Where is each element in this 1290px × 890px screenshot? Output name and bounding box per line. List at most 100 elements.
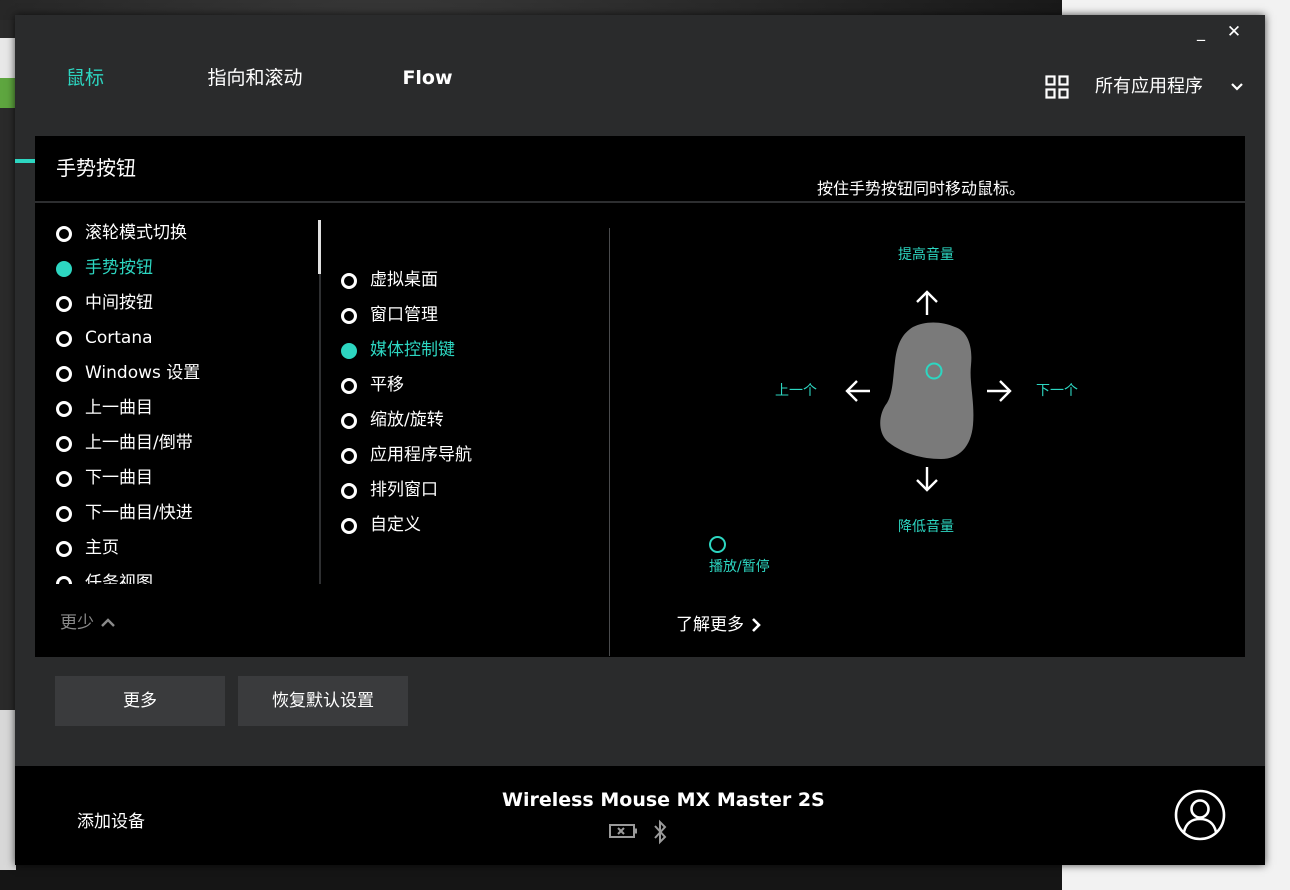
list-item-label: 主页 bbox=[85, 538, 119, 558]
gesture-right-label[interactable]: 下一个 bbox=[1036, 380, 1078, 400]
panel-title: 手势按钮 bbox=[56, 156, 136, 180]
list-item[interactable]: 上一曲目/倒带 bbox=[55, 426, 315, 461]
list-item-label: 缩放/旋转 bbox=[370, 410, 444, 430]
column-divider bbox=[609, 228, 610, 656]
background-strip-3 bbox=[0, 710, 16, 870]
list-item[interactable]: 缩放/旋转 bbox=[340, 403, 600, 438]
radio-icon bbox=[341, 518, 357, 534]
scrollbar-thumb[interactable] bbox=[318, 220, 321, 274]
radio-icon bbox=[56, 296, 72, 312]
background-strip-2 bbox=[0, 78, 16, 108]
gesture-button-panel: 手势按钮 按住手势按钮同时移动鼠标。 滚轮模式切换 手势按钮 中间按钮 Cort… bbox=[35, 136, 1245, 657]
radio-icon bbox=[56, 506, 72, 522]
button-action-list[interactable]: 滚轮模式切换 手势按钮 中间按钮 Cortana Windows 设置 上一曲目… bbox=[55, 216, 315, 584]
radio-icon bbox=[341, 448, 357, 464]
list-item[interactable]: Windows 设置 bbox=[55, 356, 315, 391]
list-item-label: 手势按钮 bbox=[85, 258, 153, 278]
tab-mouse[interactable]: 鼠标 bbox=[15, 63, 155, 113]
logitech-options-window: _ ✕ 鼠标 指向和滚动 Flow 所有应用程序 手势按钮 按住手势按钮同时移动… bbox=[15, 15, 1265, 865]
tab-flow[interactable]: Flow bbox=[360, 63, 495, 113]
show-less-label: 更少 bbox=[60, 613, 94, 633]
battery-icon bbox=[609, 824, 637, 838]
arrow-left-icon bbox=[845, 380, 870, 402]
account-icon[interactable] bbox=[1174, 789, 1226, 841]
radio-selected-icon bbox=[341, 343, 357, 359]
radio-icon bbox=[341, 483, 357, 499]
gesture-click-target[interactable] bbox=[709, 536, 726, 553]
list-item-label: Windows 设置 bbox=[85, 363, 201, 383]
app-selector-label[interactable]: 所有应用程序 bbox=[1095, 75, 1203, 99]
panel-divider bbox=[35, 201, 1245, 203]
list-item[interactable]: 滚轮模式切换 bbox=[55, 216, 315, 251]
background-window-edge bbox=[0, 20, 16, 870]
scrollbar-track[interactable] bbox=[319, 220, 321, 584]
radio-icon bbox=[341, 308, 357, 324]
chevron-down-icon[interactable] bbox=[1229, 78, 1245, 94]
list-item-label: 平移 bbox=[370, 375, 404, 395]
list-item-label: 排列窗口 bbox=[370, 480, 438, 500]
radio-icon bbox=[56, 576, 72, 584]
list-item[interactable]: 媒体控制键 bbox=[340, 333, 600, 368]
radio-icon bbox=[341, 378, 357, 394]
arrow-right-icon bbox=[987, 380, 1012, 402]
radio-icon bbox=[56, 541, 72, 557]
close-button[interactable]: ✕ bbox=[1222, 21, 1246, 43]
list-item[interactable]: 主页 bbox=[55, 531, 315, 566]
gesture-up-label[interactable]: 提高音量 bbox=[898, 244, 954, 264]
gesture-down-label[interactable]: 降低音量 bbox=[898, 516, 954, 536]
radio-icon bbox=[56, 436, 72, 452]
list-item[interactable]: 下一曲目/快进 bbox=[55, 496, 315, 531]
list-item-label: 中间按钮 bbox=[85, 293, 153, 313]
gesture-preset-list[interactable]: 虚拟桌面 窗口管理 媒体控制键 平移 缩放/旋转 应用程序导航 排列窗口 自定义 bbox=[340, 263, 600, 543]
radio-icon bbox=[56, 226, 72, 242]
list-item-label: 任务视图 bbox=[85, 573, 153, 584]
minimize-button[interactable]: _ bbox=[1189, 21, 1213, 43]
list-item-label: 自定义 bbox=[370, 515, 421, 535]
list-item-label: 媒体控制键 bbox=[370, 340, 455, 360]
radio-icon bbox=[56, 366, 72, 382]
list-item[interactable]: 自定义 bbox=[340, 508, 600, 543]
list-item[interactable]: Cortana bbox=[55, 321, 315, 356]
footer-bar: 添加设备 Wireless Mouse MX Master 2S bbox=[15, 766, 1265, 865]
panel-description: 按住手势按钮同时移动鼠标。 bbox=[817, 179, 1026, 198]
show-less-button[interactable]: 更少 bbox=[60, 608, 116, 633]
list-item-label: 下一曲目/快进 bbox=[85, 503, 193, 523]
radio-icon bbox=[341, 413, 357, 429]
arrow-down-icon bbox=[916, 467, 938, 492]
device-name[interactable]: Wireless Mouse MX Master 2S bbox=[502, 789, 825, 811]
chevron-right-icon bbox=[752, 618, 761, 632]
list-item[interactable]: 排列窗口 bbox=[340, 473, 600, 508]
list-item-label: 上一曲目 bbox=[85, 398, 153, 418]
more-button[interactable]: 更多 bbox=[55, 676, 225, 726]
list-item-label: 滚轮模式切换 bbox=[85, 223, 187, 243]
chevron-up-icon bbox=[101, 618, 115, 627]
radio-icon bbox=[341, 273, 357, 289]
background-strip-1 bbox=[0, 38, 16, 82]
list-item[interactable]: 上一曲目 bbox=[55, 391, 315, 426]
list-item[interactable]: 手势按钮 bbox=[55, 251, 315, 286]
grid-icon[interactable] bbox=[1045, 75, 1069, 99]
list-item[interactable]: 窗口管理 bbox=[340, 298, 600, 333]
learn-more-link[interactable]: 了解更多 bbox=[676, 610, 762, 635]
gesture-click-label[interactable]: 播放/暂停 bbox=[709, 556, 770, 576]
list-item[interactable]: 平移 bbox=[340, 368, 600, 403]
list-item[interactable]: 任务视图 bbox=[55, 566, 315, 584]
restore-defaults-button[interactable]: 恢复默认设置 bbox=[238, 676, 408, 726]
list-item[interactable]: 中间按钮 bbox=[55, 286, 315, 321]
bluetooth-icon bbox=[654, 819, 667, 845]
add-device-button[interactable]: 添加设备 bbox=[77, 807, 145, 832]
list-item[interactable]: 下一曲目 bbox=[55, 461, 315, 496]
arrow-up-icon bbox=[916, 290, 938, 315]
radio-icon bbox=[56, 471, 72, 487]
list-item-label: 窗口管理 bbox=[370, 305, 438, 325]
tab-bar: 鼠标 指向和滚动 Flow bbox=[15, 63, 498, 163]
radio-icon bbox=[56, 401, 72, 417]
list-item[interactable]: 应用程序导航 bbox=[340, 438, 600, 473]
list-item[interactable]: 虚拟桌面 bbox=[340, 263, 600, 298]
learn-more-label: 了解更多 bbox=[676, 615, 744, 635]
mouse-icon bbox=[880, 322, 974, 459]
list-item-label: 应用程序导航 bbox=[370, 445, 472, 465]
gesture-left-label[interactable]: 上一个 bbox=[775, 380, 817, 400]
tab-point-and-scroll[interactable]: 指向和滚动 bbox=[175, 63, 335, 113]
list-item-label: 下一曲目 bbox=[85, 468, 153, 488]
